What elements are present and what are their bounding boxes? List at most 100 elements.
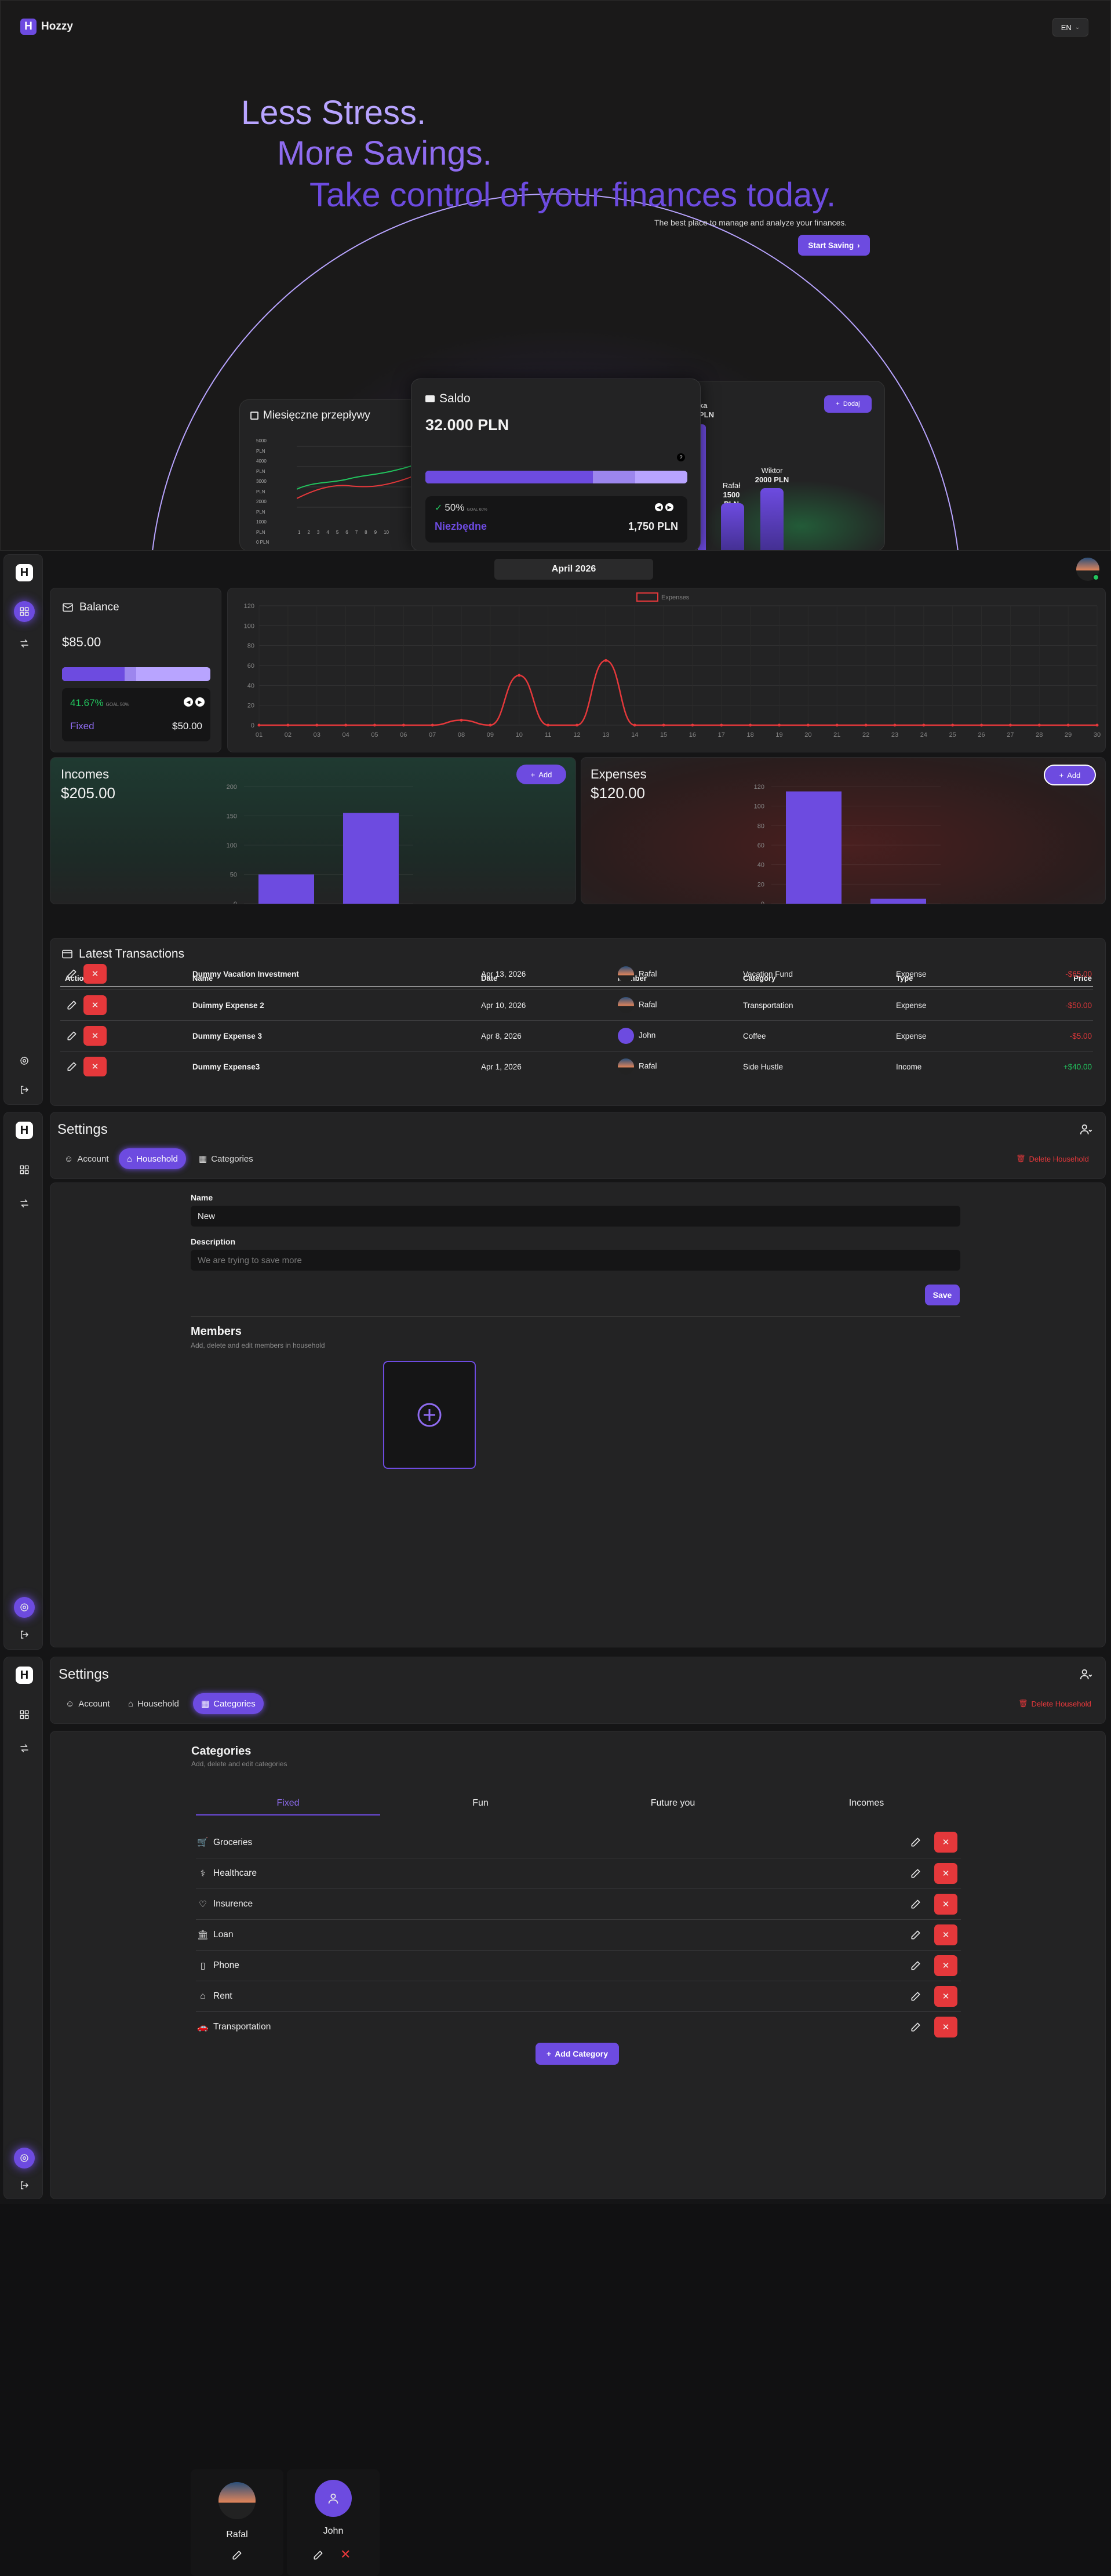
settings-icon[interactable] [14, 2148, 35, 2169]
edit-icon[interactable] [66, 1061, 78, 1072]
user-avatar[interactable] [1076, 558, 1099, 581]
month-picker[interactable]: April 2026 [494, 559, 653, 580]
sidebar-logo[interactable]: H [16, 1122, 33, 1139]
edit-icon[interactable] [910, 2021, 921, 2033]
user-settings-icon[interactable] [1080, 1668, 1092, 1680]
user-icon: ☺ [64, 1154, 74, 1164]
save-button[interactable]: Save [925, 1285, 960, 1305]
edit-icon[interactable] [910, 1868, 921, 1879]
subtab-incomes[interactable]: Incomes [774, 1798, 959, 1815]
data-point [749, 723, 752, 727]
start-saving-button[interactable]: Start Saving › [798, 235, 870, 256]
name-input[interactable]: New [191, 1206, 960, 1227]
language-select[interactable]: EN ⌄ [1052, 18, 1088, 37]
member-c-amount: PLN [699, 410, 714, 419]
transfer-icon[interactable] [17, 1196, 32, 1211]
dashboard-icon[interactable] [14, 601, 35, 622]
dashboard-sidebar: H [3, 554, 43, 1105]
ytick: 1000 PLN [256, 519, 267, 535]
balance-next-button[interactable]: ▶ [195, 697, 205, 707]
subtab-fun[interactable]: Fun [388, 1798, 573, 1815]
stethoscope-icon: ⚕ [200, 1868, 206, 1879]
edit-icon[interactable] [231, 2549, 243, 2561]
delete-category-button[interactable]: ✕ [934, 1863, 957, 1884]
delete-household-button[interactable]: 🗑 Delete Household [1018, 1699, 1091, 1708]
xtick-label: 16 [689, 732, 696, 738]
add-category-button[interactable]: + Add Category [536, 2043, 619, 2065]
data-point [1066, 723, 1070, 727]
subtab-future-you[interactable]: Future you [581, 1798, 765, 1815]
delete-category-button[interactable]: ✕ [934, 2017, 957, 2037]
close-icon: ✕ [91, 1062, 99, 1072]
dashboard-icon[interactable] [17, 1707, 32, 1722]
dodaj-button[interactable]: + Dodaj [824, 395, 872, 413]
close-icon: ✕ [942, 2022, 950, 2032]
balance-amount: $85.00 [62, 635, 101, 649]
delete-household-button[interactable]: 🗑 Delete Household [1016, 1154, 1089, 1163]
edit-icon[interactable] [910, 1960, 921, 1971]
saldo-next-button[interactable]: ▶ [665, 503, 673, 511]
edit-icon[interactable] [66, 999, 78, 1011]
tab-categories[interactable]: ▦ Categories [193, 1693, 264, 1714]
tab-household[interactable]: ⌂ Household [120, 1693, 187, 1714]
edit-icon[interactable] [910, 1836, 921, 1848]
tx-price: +$40.00 [1063, 1062, 1092, 1071]
online-indicator [1092, 574, 1099, 581]
sidebar-logo[interactable]: H [16, 1667, 33, 1684]
delete-category-button[interactable]: ✕ [934, 1894, 957, 1915]
balance-prev-button[interactable]: ◀ [184, 697, 193, 707]
tab-account[interactable]: ☺ Account [57, 1693, 118, 1714]
logout-icon[interactable] [17, 1627, 32, 1642]
data-point [373, 723, 376, 727]
edit-icon[interactable] [312, 2549, 324, 2561]
edit-icon[interactable] [910, 1929, 921, 1941]
description-input[interactable]: We are trying to save more [191, 1250, 960, 1271]
delete-category-button[interactable]: ✕ [934, 1832, 957, 1853]
user-settings-icon[interactable] [1080, 1123, 1092, 1136]
data-point [778, 723, 781, 727]
delete-member-icon[interactable]: ✕ [340, 2547, 351, 2562]
logout-icon[interactable] [17, 2178, 32, 2193]
xtick-label: 14 [631, 732, 638, 738]
ytick-label: 150 [227, 813, 237, 820]
logout-icon[interactable] [17, 1082, 32, 1097]
preview-saldo-card: Saldo 32.000 PLN ? ✓ 50% GOAL 60% ◀ ▶ Ni… [411, 379, 701, 550]
close-icon: ✕ [942, 1961, 950, 1971]
edit-icon[interactable] [66, 968, 78, 980]
delete-row-button[interactable]: ✕ [83, 964, 107, 984]
start-saving-label: Start Saving [808, 241, 854, 250]
delete-category-button[interactable]: ✕ [934, 1924, 957, 1945]
expenses-card: Expenses $120.00 + Add 120100806040200Ra… [581, 757, 1106, 904]
tab-categories[interactable]: ▦ Categories [191, 1148, 261, 1169]
transfer-icon[interactable] [17, 636, 32, 651]
ytick-label: 100 [227, 842, 237, 849]
transfer-icon[interactable] [17, 1741, 32, 1756]
saldo-percent-row: ✓ 50% GOAL 60% [435, 502, 487, 514]
delete-row-button[interactable]: ✕ [83, 995, 107, 1015]
xtick-label: 27 [1007, 732, 1014, 738]
edit-icon[interactable] [910, 1898, 921, 1910]
subtab-fixed[interactable]: Fixed [196, 1798, 380, 1815]
delete-category-button[interactable]: ✕ [934, 1986, 957, 2007]
edit-icon[interactable] [910, 1991, 921, 2002]
settings-icon[interactable] [14, 1597, 35, 1618]
xtick-label: 18 [747, 732, 754, 738]
delete-row-button[interactable]: ✕ [83, 1057, 107, 1076]
delete-category-button[interactable]: ✕ [934, 1955, 957, 1976]
list-item: ♡ Insurence ✕ [196, 1889, 961, 1919]
add-member-button[interactable] [383, 1361, 476, 1469]
category-name: Phone [213, 1960, 239, 1970]
ytick-label: 50 [230, 872, 237, 879]
edit-icon[interactable] [66, 1030, 78, 1042]
dashboard-icon[interactable] [17, 1162, 32, 1177]
tab-household[interactable]: ⌂ Household [119, 1148, 186, 1169]
saldo-prev-button[interactable]: ◀ [655, 503, 663, 511]
xtick-label: 19 [775, 732, 782, 738]
hero-logo[interactable]: H Hozzy [20, 19, 73, 35]
delete-household-label: Delete Household [1029, 1154, 1089, 1163]
xtick-label: 13 [602, 732, 609, 738]
sidebar-logo[interactable]: H [16, 564, 33, 581]
tab-account[interactable]: ☺ Account [56, 1148, 117, 1169]
settings-icon[interactable] [17, 1053, 32, 1068]
delete-row-button[interactable]: ✕ [83, 1026, 107, 1046]
